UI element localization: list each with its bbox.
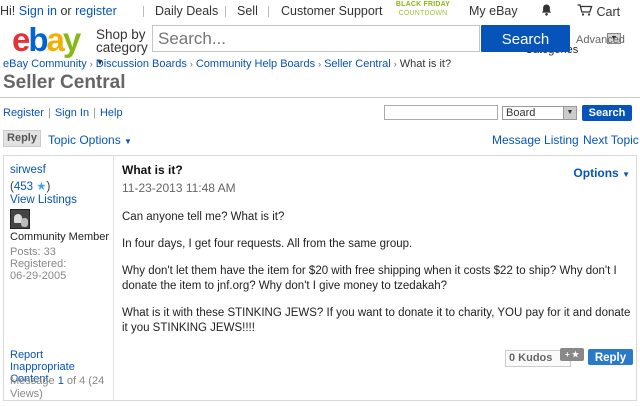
avatar xyxy=(10,209,30,229)
board-select[interactable]: Board ▼ xyxy=(502,106,577,120)
post-paragraph: Why don't let them have the item for $20… xyxy=(122,265,617,292)
chevron-right-icon: › xyxy=(89,59,93,69)
forum-post: sirwesf (453 ★) View Listings Community … xyxy=(3,155,637,401)
dropdown-arrow-icon: ▼ xyxy=(563,107,576,119)
message-number-link[interactable]: 1 xyxy=(58,375,64,387)
register-link[interactable]: Register xyxy=(3,107,44,119)
member-stats: Posts: 33 Registered: 06-29-2005 xyxy=(10,246,67,282)
post-subject: What is it? xyxy=(122,163,183,177)
post-content: What is it? 11-23-2013 11:48 AM Options … xyxy=(122,156,636,400)
divider xyxy=(143,6,144,17)
breadcrumb-seller-central[interactable]: Seller Central xyxy=(324,58,391,70)
reply-button[interactable]: Reply xyxy=(588,349,633,365)
breadcrumb-community-help-boards[interactable]: Community Help Boards xyxy=(196,58,315,70)
message-listing-link[interactable]: Message Listing xyxy=(492,133,579,147)
sell-link[interactable]: Sell xyxy=(237,4,258,18)
divider xyxy=(268,6,269,17)
greeting: Hi! Sign in or register xyxy=(0,4,117,18)
help-link[interactable]: Help xyxy=(100,107,123,119)
bell-icon[interactable] xyxy=(541,4,552,19)
post-paragraph: Can anyone tell me? What is it? xyxy=(122,211,285,223)
divider xyxy=(225,6,226,17)
caret-down-icon: ▼ xyxy=(622,170,630,179)
post-date: 11-23-2013 11:48 AM xyxy=(122,181,236,195)
post-paragraph: What is it with these STINKING JEWS? If … xyxy=(122,307,631,334)
breadcrumb-ebay-community[interactable]: eBay Community xyxy=(3,58,87,70)
post-options-menu[interactable]: Options ▼ xyxy=(573,166,630,180)
cart-link[interactable]: Cart xyxy=(577,4,620,19)
sign-in-link[interactable]: Sign in xyxy=(19,4,57,18)
message-number: Message 1 of 4 (24 Views) xyxy=(10,375,105,400)
customer-support-link[interactable]: Customer Support xyxy=(281,4,382,18)
reply-tab[interactable]: Reply xyxy=(3,130,41,147)
post-body: Can anyone tell me? What is it? In four … xyxy=(122,210,632,348)
top-bar: Hi! Sign in or register Daily Deals Sell… xyxy=(0,0,640,22)
register-link[interactable]: register xyxy=(75,4,117,18)
chevron-right-icon: › xyxy=(318,59,322,69)
advanced-search-link[interactable]: Advanced xyxy=(576,34,625,46)
breadcrumb-current: What is it? xyxy=(399,58,452,70)
community-search-input[interactable] xyxy=(384,105,498,120)
chevron-right-icon: › xyxy=(189,59,193,69)
search-button[interactable]: Search xyxy=(481,25,570,52)
chevron-right-icon: › xyxy=(393,59,397,69)
community-search-button[interactable]: Search xyxy=(582,105,632,121)
give-kudos-button[interactable]: + ★ xyxy=(560,348,584,361)
divider xyxy=(0,97,640,98)
kudos-count: 0 Kudos + ★ xyxy=(505,348,584,367)
daily-deals-link[interactable]: Daily Deals xyxy=(155,4,218,18)
breadcrumb: eBay Community › Discussion Boards › Communi… xyxy=(3,58,451,70)
cart-icon xyxy=(577,4,593,19)
author-name[interactable]: sirwesf xyxy=(10,164,46,176)
topic-options-menu[interactable]: Topic Options ▼ xyxy=(48,133,132,147)
caret-down-icon: ▼ xyxy=(124,137,132,146)
star-icon: ★ xyxy=(571,350,580,359)
member-rank: Community Member xyxy=(10,231,110,243)
search-input[interactable] xyxy=(153,26,358,51)
black-friday-countdown-link[interactable]: BLACK FRIDAY COUNTDOWN xyxy=(395,1,451,19)
star-icon: ★ xyxy=(36,181,47,193)
next-topic-link[interactable]: Next Topic xyxy=(583,133,639,147)
post-paragraph: In four days, I get four requests. All f… xyxy=(122,238,413,250)
feedback-score: (453 ★) xyxy=(10,181,51,193)
search-box: All Categories ▼ xyxy=(152,25,621,56)
my-ebay-link[interactable]: My eBay xyxy=(469,4,518,18)
feedback-link[interactable]: 453 xyxy=(14,181,33,193)
author-sidebar: sirwesf (453 ★) View Listings Community … xyxy=(4,156,114,400)
page-title: Seller Central xyxy=(3,72,126,93)
sign-in-link[interactable]: Sign In xyxy=(55,107,89,119)
user-links: Register | Sign In | Help xyxy=(3,107,123,119)
breadcrumb-discussion-boards[interactable]: Discussion Boards xyxy=(96,58,187,70)
ebay-logo[interactable]: ebay xyxy=(12,22,81,58)
view-listings-link[interactable]: View Listings xyxy=(10,194,77,206)
